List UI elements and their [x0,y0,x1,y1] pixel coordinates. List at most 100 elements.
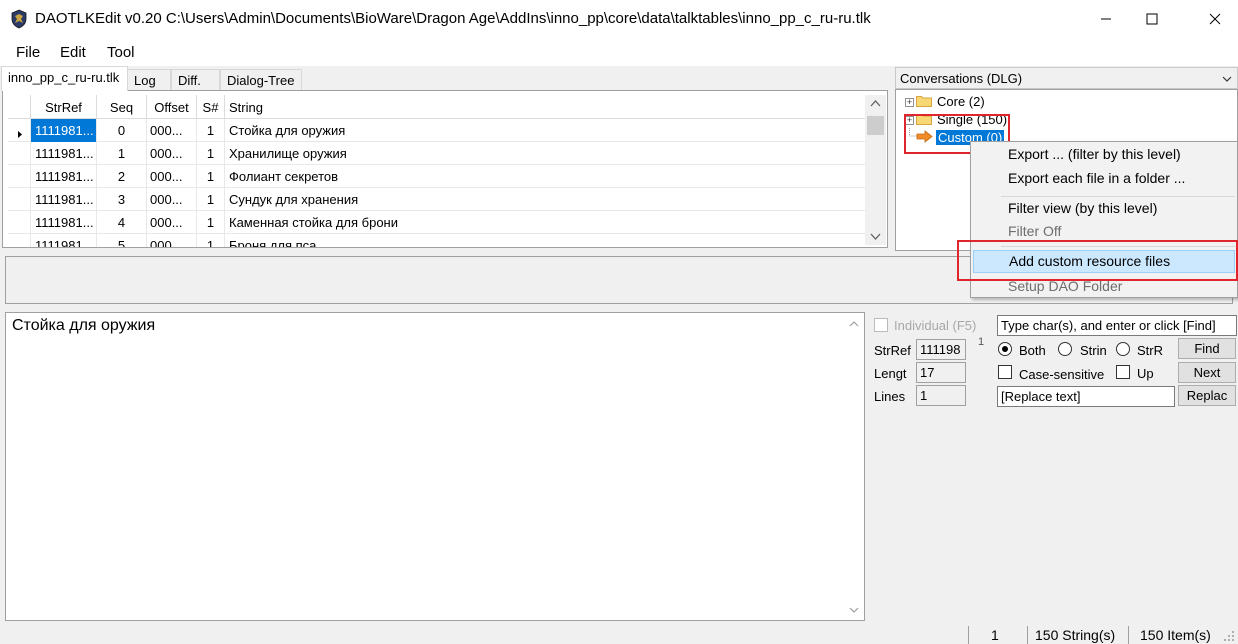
string-editor[interactable]: Стойка для оружия [5,312,865,621]
close-button[interactable] [1192,0,1238,38]
cell-seq[interactable]: 1 [97,142,147,165]
table-row[interactable]: 1111981... 3 000... 1 Сундук для хранени… [8,188,865,211]
status-divider [1128,626,1129,644]
up-checkbox[interactable] [1116,365,1130,379]
row-indicator [8,188,31,211]
menu-tool[interactable]: Tool [107,44,135,61]
cell-offset[interactable]: 000... [147,188,197,211]
app-logo-icon [11,9,27,29]
cell-seq[interactable]: 4 [97,211,147,234]
cell-seq[interactable]: 0 [97,119,147,142]
resize-grip-icon[interactable] [1223,630,1235,642]
scroll-down-icon [849,607,859,613]
strings-grid[interactable]: StrRef Seq Offset S# String 1111981... 0… [2,90,888,248]
cell-string[interactable]: Фолиант секретов [225,165,865,188]
cell-s-num[interactable]: 1 [197,165,225,188]
cell-offset[interactable]: 000... [147,165,197,188]
radio-both-label: Both [1019,343,1046,358]
case-sensitive-checkbox[interactable] [998,365,1012,379]
cell-strref[interactable]: 1111981... [31,142,97,165]
lines-field[interactable]: 1 [916,385,966,406]
cell-offset[interactable]: 000... [147,119,197,142]
row-indicator [8,211,31,234]
cell-s-num[interactable]: 1 [197,234,225,247]
conversations-title: Conversations (DLG) [900,71,1023,86]
radio-string[interactable] [1058,342,1072,356]
row-indicator [8,234,31,247]
tab-tlk-file[interactable]: inno_pp_c_ru-ru.tlk [1,66,128,91]
grid-scrollbar[interactable] [865,95,886,245]
scroll-down-icon [870,233,881,240]
cell-s-num[interactable]: 1 [197,188,225,211]
table-row[interactable]: 1111981... 5 000... 1 Броня для пса [8,234,865,247]
tab-diff[interactable]: Diff. [171,69,220,90]
header-string[interactable]: String [225,95,865,119]
cell-strref[interactable]: 1111981... [31,211,97,234]
individual-checkbox[interactable] [874,318,888,332]
menu-file[interactable]: File [16,44,40,61]
cell-strref[interactable]: 1111981... [31,165,97,188]
strref-label: StrRef [874,343,911,358]
cell-offset[interactable]: 000... [147,234,197,247]
header-strref[interactable]: StrRef [31,95,97,119]
cell-s-num[interactable]: 1 [197,142,225,165]
radio-strref[interactable] [1116,342,1130,356]
radio-both[interactable] [998,342,1012,356]
cell-seq[interactable]: 5 [97,234,147,247]
header-s-num[interactable]: S# [197,95,225,119]
menu-item-filter-view[interactable]: Filter view (by this level) [973,197,1235,220]
cell-string[interactable]: Стойка для оружия [225,119,865,142]
window-title: DAOTLKEdit v0.20 C:\Users\Admin\Document… [35,10,871,27]
table-row[interactable]: 1111981... 0 000... 1 Стойка для оружия [8,119,865,142]
scroll-up-icon [849,321,859,327]
header-offset[interactable]: Offset [147,95,197,119]
tree-item-core[interactable]: Core (2) [937,94,985,109]
cell-offset[interactable]: 000... [147,142,197,165]
replace-button[interactable]: Replac [1178,385,1236,406]
table-row[interactable]: 1111981... 4 000... 1 Каменная стойка дл… [8,211,865,234]
conversations-dropdown[interactable]: Conversations (DLG) [895,67,1238,89]
find-button[interactable]: Find [1178,338,1236,359]
cell-s-num[interactable]: 1 [197,211,225,234]
tab-dialog-tree[interactable]: Dialog-Tree [220,69,302,90]
header-indicator [8,95,31,119]
menu-edit[interactable]: Edit [60,44,86,61]
expand-icon[interactable]: + [905,98,914,107]
status-index: 1 [991,627,999,643]
cell-string[interactable]: Хранилище оружия [225,142,865,165]
cell-seq[interactable]: 3 [97,188,147,211]
tab-log[interactable]: Log [127,69,171,90]
menu-item-export-filter[interactable]: Export ... (filter by this level) [973,143,1235,166]
length-field[interactable]: 17 [916,362,966,383]
table-row[interactable]: 1111981... 1 000... 1 Хранилище оружия [8,142,865,165]
status-strings: 150 String(s) [1035,627,1116,643]
current-row-arrow-icon [18,131,22,138]
table-row[interactable]: 1111981... 2 000... 1 Фолиант секретов [8,165,865,188]
annotation-box-add-custom [957,240,1238,281]
strref-field[interactable]: 111198 [916,339,966,360]
case-sensitive-label: Case-sensitive [1019,367,1105,382]
close-icon [1209,13,1221,25]
editor-text[interactable]: Стойка для оружия [12,317,155,335]
next-button[interactable]: Next [1178,362,1236,383]
cell-strref[interactable]: 1111981... [31,188,97,211]
cell-s-num[interactable]: 1 [197,119,225,142]
editor-scrollbar[interactable] [844,313,864,620]
cell-strref[interactable]: 1111981... [31,234,97,247]
cell-string[interactable]: Броня для пса [225,234,865,247]
maximize-button[interactable] [1129,0,1175,38]
cell-seq[interactable]: 2 [97,165,147,188]
cell-offset[interactable]: 000... [147,211,197,234]
header-seq[interactable]: Seq [97,95,147,119]
scroll-thumb[interactable] [867,116,884,135]
minimize-button[interactable] [1083,0,1129,38]
cell-string[interactable]: Сундук для хранения [225,188,865,211]
cell-string[interactable]: Каменная стойка для брони [225,211,865,234]
row-indicator [8,142,31,165]
status-items: 150 Item(s) [1140,627,1211,643]
replace-input[interactable]: [Replace text] [997,386,1175,407]
find-input[interactable]: Type char(s), and enter or click [Find] [997,315,1237,336]
status-divider [1027,626,1028,644]
menu-item-export-each[interactable]: Export each file in a folder ... [973,167,1235,190]
cell-strref[interactable]: 1111981... [31,119,97,142]
